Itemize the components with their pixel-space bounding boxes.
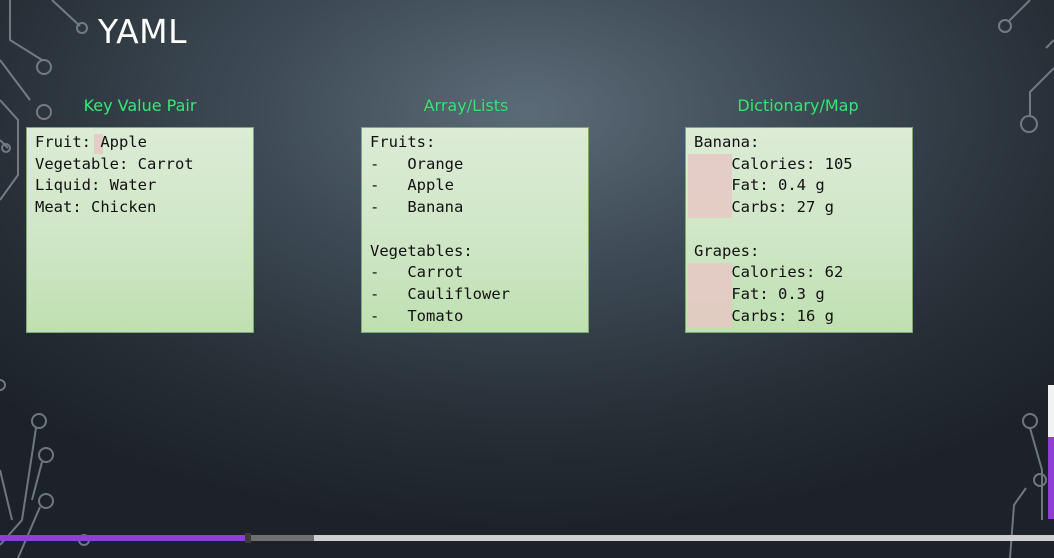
yaml-box-key-value: Fruit: Apple Vegetable: Carrot Liquid: W… [26, 127, 254, 333]
code-line: Carbs: 16 g [694, 306, 834, 325]
code-line: Fat: 0.3 g [694, 284, 825, 303]
code-line: Fat: 0.4 g [694, 176, 825, 195]
code-line: - Carrot [370, 263, 464, 282]
progress-played [0, 535, 248, 541]
code-line: - Cauliflower [370, 284, 510, 303]
code-line: Calories: 62 [694, 263, 844, 282]
code-line: Meat: Chicken [35, 198, 157, 217]
code-line: Liquid: Water [35, 176, 157, 195]
code-line: - Banana [370, 198, 464, 217]
code-line: Vegetables: [370, 241, 473, 260]
heading-dictionary-map: Dictionary/Map [737, 96, 859, 115]
side-panel-accent [1048, 437, 1054, 519]
code-line: Fruits: [370, 133, 436, 151]
code-line: Vegetable: Carrot [35, 154, 194, 173]
code-line: - Tomato [370, 306, 464, 325]
code-line: - Apple [370, 176, 454, 195]
code-line: Fruit: Apple [35, 133, 147, 151]
slide-title: YAML [98, 12, 188, 51]
yaml-box-dictionary-map: Banana: Calories: 105 Fat: 0.4 g Carbs: … [685, 127, 913, 333]
code-line: Carbs: 27 g [694, 198, 834, 217]
progress-scrubber-handle[interactable] [244, 533, 251, 543]
video-progress-bar[interactable] [0, 533, 1054, 543]
code-line: - Orange [370, 154, 464, 173]
code-line: Grapes: [694, 241, 760, 260]
heading-array-lists: Array/Lists [423, 96, 509, 115]
heading-key-value-pair: Key Value Pair [83, 96, 197, 115]
side-panel-edge [1048, 385, 1054, 437]
code-line: Banana: [694, 133, 760, 151]
code-line: Calories: 105 [694, 154, 853, 173]
yaml-box-array-lists: Fruits: - Orange - Apple - Banana Vegeta… [361, 127, 589, 333]
